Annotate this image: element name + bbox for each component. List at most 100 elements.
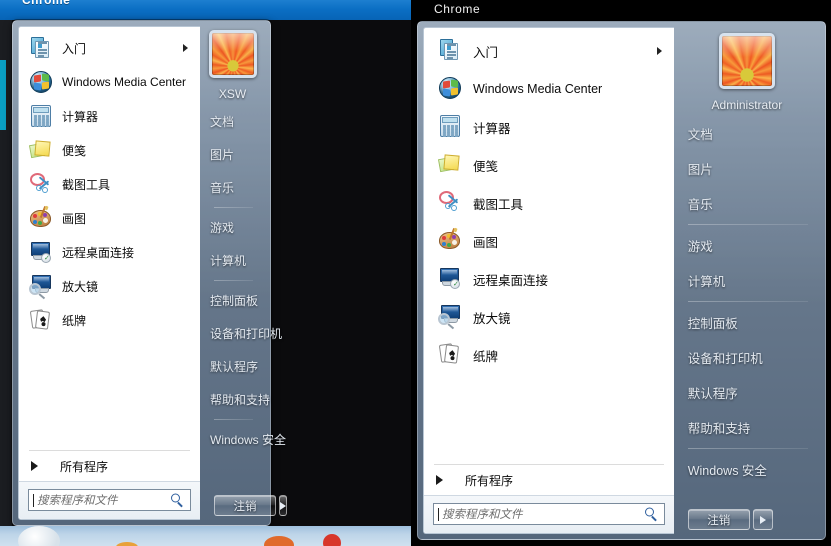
program-list: 入门 Windows Media Center 计算器便笺截图工具画图 ✓ 远程桌面连接… [424, 28, 674, 464]
program-label: 远程桌面连接 [473, 273, 549, 288]
chevron-right-icon [31, 461, 38, 471]
program-item[interactable]: Windows Media Center [424, 70, 674, 108]
solitaire-icon [29, 308, 53, 332]
program-label: 计算器 [62, 109, 99, 124]
submenu-arrow-icon [656, 47, 662, 55]
place-link[interactable]: 文档 [674, 116, 820, 151]
place-link[interactable]: Windows 安全 [200, 423, 286, 456]
place-link[interactable]: 音乐 [674, 186, 820, 221]
place-link[interactable]: 文档 [200, 105, 265, 138]
right-titlebar-label: Chrome [434, 2, 481, 16]
program-item[interactable]: 便笺 [19, 133, 200, 167]
program-item[interactable]: 计算器 [424, 108, 674, 146]
shutdown-bar: 注销 [674, 509, 820, 534]
place-link[interactable]: 控制面板 [674, 305, 820, 340]
program-label: 计算器 [473, 121, 511, 136]
solitaire-icon [438, 342, 464, 368]
paint-icon [29, 205, 53, 230]
place-link[interactable]: 游戏 [674, 228, 820, 263]
right-screenshot-capture: Chrome 入门 Windows Media Center 计算器便笺截图工具画图… [411, 0, 831, 546]
all-programs-button[interactable]: 所有程序 [19, 451, 200, 481]
program-label: 入门 [62, 41, 87, 56]
program-label: 纸牌 [62, 313, 87, 328]
place-link[interactable]: 图片 [200, 138, 265, 171]
program-item[interactable]: 计算器 [19, 99, 200, 133]
start-menu: 入门 Windows Media Center 计算器便笺截图工具画图 ✓ 远程桌面连接… [417, 21, 826, 540]
remote-desktop-icon: ✓ [438, 266, 464, 292]
places-separator [687, 301, 808, 302]
place-link[interactable]: Windows 安全 [674, 452, 820, 487]
program-item[interactable]: 入门 [19, 31, 200, 65]
places-separator [687, 224, 808, 225]
getting-started-icon [438, 38, 464, 64]
sticky-notes-icon [437, 152, 464, 178]
user-name[interactable]: Administrator [674, 89, 820, 114]
all-programs-label: 所有程序 [465, 473, 514, 488]
place-link[interactable]: 计算机 [674, 263, 820, 298]
program-item[interactable]: ✓ 远程桌面连接 [19, 235, 200, 269]
left-screenshot-capture: Chrome 入门 Windows Media Center 计算器便笺截图工具 画图… [0, 0, 411, 546]
shutdown-options-button[interactable] [752, 509, 773, 530]
right-browser-titlebar: Chrome [411, 0, 831, 20]
user-avatar-wrap[interactable] [200, 26, 265, 78]
remote-desktop-icon: ✓ [29, 240, 53, 264]
program-label: 画图 [473, 235, 499, 250]
program-item[interactable]: 放大镜 [424, 298, 674, 336]
place-link[interactable]: 设备和打印机 [674, 340, 820, 375]
place-link[interactable]: 帮助和支持 [200, 383, 270, 416]
program-list: 入门 Windows Media Center 计算器便笺截图工具 画图 ✓ 远程桌面连接… [19, 27, 200, 450]
chevron-right-icon [280, 501, 286, 510]
place-link[interactable]: 默认程序 [674, 375, 820, 410]
places-separator [214, 280, 253, 281]
program-item[interactable]: Windows Media Center [19, 65, 200, 99]
program-item[interactable]: 入门 [424, 32, 674, 70]
program-label: 远程桌面连接 [62, 245, 135, 260]
calculator-icon [29, 104, 53, 128]
magnifier-icon [29, 274, 53, 300]
logoff-button[interactable]: 注销 [214, 495, 276, 516]
place-link[interactable]: 默认程序 [200, 350, 265, 383]
place-link[interactable]: 游戏 [200, 211, 265, 244]
logoff-button[interactable]: 注销 [687, 509, 750, 530]
calculator-icon [438, 114, 464, 140]
avatar[interactable] [208, 30, 257, 78]
text-caret [438, 507, 439, 521]
program-item[interactable]: 截图工具 [19, 167, 200, 201]
windows-media-center-icon [29, 70, 53, 94]
program-item[interactable]: 便笺 [424, 146, 674, 184]
left-titlebar-label: Chrome [22, 0, 71, 7]
search-input[interactable]: 搜索程序和文件 [28, 489, 191, 511]
program-item[interactable]: 画图 [424, 222, 674, 260]
program-item[interactable]: 纸牌 [19, 303, 200, 337]
place-link[interactable]: 音乐 [200, 171, 265, 204]
place-link[interactable]: 控制面板 [200, 284, 265, 317]
user-avatar-wrap[interactable] [674, 27, 820, 89]
start-menu-places-panel: XSW 文档 图片 音乐游戏 计算机控制面板 设备和打印机 默认程序 帮助和支持 Window… [200, 26, 287, 520]
shutdown-bar: 注销 [200, 495, 287, 520]
getting-started-icon [29, 36, 53, 60]
search-input[interactable]: 搜索程序和文件 [433, 503, 665, 525]
search-area: 搜索程序和文件 [424, 495, 674, 533]
place-link[interactable]: 图片 [674, 151, 820, 186]
program-item[interactable]: 放大镜 [19, 269, 200, 303]
place-link[interactable]: 帮助和支持 [674, 410, 820, 445]
program-item[interactable]: ✓ 远程桌面连接 [424, 260, 674, 298]
start-menu: 入门 Windows Media Center 计算器便笺截图工具 画图 ✓ 远程桌面连接… [12, 20, 287, 526]
program-label: 便笺 [473, 159, 499, 174]
program-label: 纸牌 [473, 349, 499, 364]
program-label: 放大镜 [473, 311, 511, 326]
chevron-right-icon [759, 515, 766, 524]
program-item[interactable]: 画图 [19, 201, 200, 235]
user-name[interactable]: XSW [200, 78, 265, 103]
place-link[interactable]: 计算机 [200, 244, 265, 277]
all-programs-button[interactable]: 所有程序 [424, 465, 674, 495]
left-browser-titlebar: Chrome [0, 0, 411, 20]
program-label: 入门 [473, 45, 499, 60]
program-item[interactable]: 截图工具 [424, 184, 674, 222]
place-link[interactable]: 设备和打印机 [200, 317, 282, 350]
program-item[interactable]: 纸牌 [424, 336, 674, 374]
shutdown-options-button[interactable] [279, 495, 287, 516]
program-label: 便笺 [62, 143, 87, 158]
avatar[interactable] [718, 33, 775, 89]
sticky-notes-icon [28, 138, 53, 162]
